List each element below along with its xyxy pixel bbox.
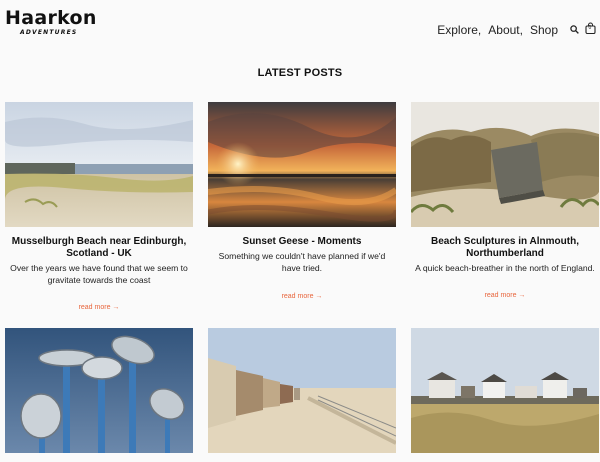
post-image-beach-huts[interactable] <box>208 328 396 453</box>
post-description: Something we couldn't have planned if we… <box>218 251 386 273</box>
logo-tagline: ADVENTURES <box>20 29 78 36</box>
post-image-dunes[interactable] <box>411 102 599 227</box>
post-image-coastal-houses[interactable] <box>411 328 599 453</box>
main-nav: Explore, About, Shop 0 <box>437 21 596 39</box>
post-title[interactable]: Sunset Geese - Moments <box>208 236 396 248</box>
post-card: Sunset Geese - Moments Something we coul… <box>208 102 396 300</box>
post-card: Beach Sculptures in Alnmouth, Northumber… <box>411 102 599 299</box>
logo-wordmark: Haarkon <box>5 7 97 29</box>
read-more-link[interactable]: read more → <box>5 304 193 311</box>
site-logo[interactable]: Haarkon ADVENTURES <box>5 7 97 37</box>
search-icon[interactable] <box>570 21 579 39</box>
post-title[interactable]: Musselburgh Beach near Edinburgh, Scotla… <box>5 236 193 260</box>
section-title: LATEST POSTS <box>257 67 343 79</box>
cart-count: 0 <box>588 25 592 31</box>
nav-link-explore[interactable]: Explore, <box>437 23 481 37</box>
read-more-link[interactable]: read more → <box>411 292 599 299</box>
read-more-link[interactable]: read more → <box>208 293 396 300</box>
post-description: Over the years we have found that we see… <box>10 263 188 285</box>
shopping-bag-icon[interactable]: 0 <box>585 21 596 39</box>
post-image-sculptures[interactable] <box>5 328 193 453</box>
post-description: A quick beach-breather in the north of E… <box>415 263 595 273</box>
site-header: Haarkon ADVENTURES Explore, About, Shop … <box>0 0 600 50</box>
post-title[interactable]: Beach Sculptures in Alnmouth, Northumber… <box>411 236 599 260</box>
post-image-beach[interactable] <box>5 102 193 227</box>
post-image-sunset[interactable] <box>208 102 396 227</box>
nav-link-about[interactable]: About, <box>488 23 523 37</box>
post-card: Musselburgh Beach near Edinburgh, Scotla… <box>5 102 193 311</box>
nav-link-shop[interactable]: Shop <box>530 23 558 37</box>
